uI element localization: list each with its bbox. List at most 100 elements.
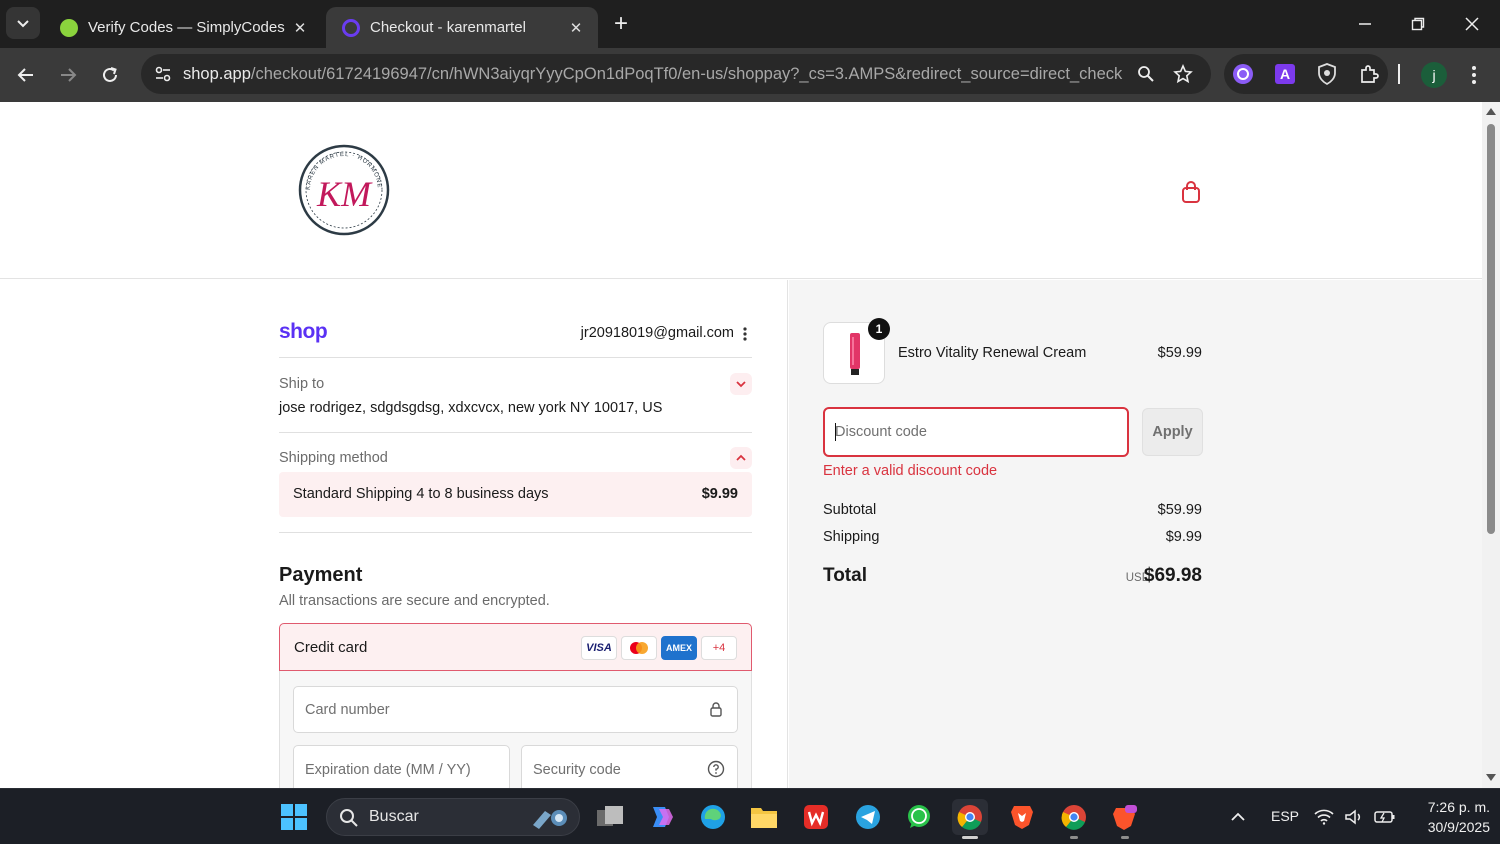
forward-button[interactable] bbox=[52, 59, 84, 91]
tune-icon bbox=[155, 66, 171, 82]
chrome-profile-icon[interactable] bbox=[1056, 799, 1092, 835]
minimize-button[interactable] bbox=[1345, 8, 1385, 40]
store-logo[interactable]: KAREN MARTEL · HORMONE SOLUTIONS KM bbox=[293, 136, 392, 240]
chevron-down-icon bbox=[736, 381, 746, 388]
ship-to-label: Ship to bbox=[279, 376, 325, 392]
page-scrollbar[interactable] bbox=[1482, 102, 1500, 788]
scrollbar-thumb[interactable] bbox=[1487, 124, 1495, 534]
extension-a-icon[interactable]: A bbox=[1274, 63, 1296, 85]
scroll-up-arrow[interactable] bbox=[1486, 108, 1496, 115]
shipping-option-name: Standard Shipping 4 to 8 business days bbox=[293, 486, 549, 502]
tab-simplycodes[interactable]: Verify Codes — SimplyCodes ✕ bbox=[44, 7, 322, 48]
scroll-down-arrow[interactable] bbox=[1486, 774, 1496, 781]
whatsapp-icon[interactable] bbox=[901, 799, 937, 835]
credit-card-option[interactable]: Credit card VISA AMEX +4 bbox=[279, 623, 752, 671]
tab-checkout[interactable]: Checkout - karenmartel ✕ bbox=[326, 7, 598, 48]
close-icon bbox=[1465, 17, 1479, 31]
total-value: $69.98 bbox=[1143, 565, 1202, 586]
shipping-option[interactable]: Standard Shipping 4 to 8 business days $… bbox=[279, 472, 752, 517]
shield-icon[interactable] bbox=[1316, 63, 1338, 85]
extension-purple-icon[interactable] bbox=[1232, 63, 1254, 85]
discount-code-field[interactable] bbox=[823, 407, 1129, 457]
browser-toolbar: shop.app/checkout/61724196947/cn/hWN3aiy… bbox=[0, 48, 1500, 102]
close-window-button[interactable] bbox=[1452, 8, 1492, 40]
active-app-indicator bbox=[962, 836, 978, 839]
shipping-method-toggle[interactable] bbox=[730, 447, 752, 469]
kebab-icon bbox=[1472, 66, 1476, 84]
back-button[interactable] bbox=[10, 59, 42, 91]
discount-code-input[interactable] bbox=[835, 421, 1115, 443]
cart-button[interactable] bbox=[1180, 180, 1202, 204]
url-path: /checkout/61724196947/cn/hWN3aiyqrYyyCpO… bbox=[250, 64, 1123, 83]
ship-to-toggle[interactable] bbox=[730, 373, 752, 395]
chrome-icon[interactable] bbox=[952, 799, 988, 835]
page-viewport: KAREN MARTEL · HORMONE SOLUTIONS KM shop… bbox=[0, 102, 1482, 788]
wifi-icon bbox=[1314, 809, 1334, 825]
zoom-button[interactable] bbox=[1134, 62, 1158, 86]
card-number-field[interactable]: Card number bbox=[293, 686, 738, 733]
account-email: jr20918019@gmail.com bbox=[580, 325, 734, 341]
address-bar[interactable]: shop.app/checkout/61724196947/cn/hWN3aiy… bbox=[141, 54, 1211, 94]
subtotal-label: Subtotal bbox=[823, 502, 877, 518]
telegram-icon[interactable] bbox=[850, 799, 886, 835]
site-info-button[interactable] bbox=[143, 54, 183, 94]
profile-avatar[interactable]: j bbox=[1421, 62, 1447, 88]
windows-icon bbox=[281, 804, 307, 830]
chevron-up-icon bbox=[1231, 812, 1245, 821]
task-view-icon[interactable] bbox=[592, 799, 628, 835]
security-code-field[interactable]: Security code bbox=[521, 745, 738, 788]
quick-settings-button[interactable] bbox=[1310, 799, 1400, 835]
close-tab-icon[interactable]: ✕ bbox=[290, 18, 310, 38]
shipping-option-price: $9.99 bbox=[701, 486, 738, 502]
browser-menu-button[interactable] bbox=[1464, 62, 1484, 88]
show-hidden-icons-button[interactable] bbox=[1220, 799, 1256, 835]
running-indicator bbox=[1070, 836, 1078, 839]
reload-button[interactable] bbox=[94, 59, 126, 91]
copilot-icon[interactable] bbox=[643, 799, 679, 835]
expiration-date-field[interactable]: Expiration date (MM / YY) bbox=[293, 745, 510, 788]
payment-title: Payment bbox=[279, 564, 363, 586]
browser-tabstrip: Verify Codes — SimplyCodes ✕ Checkout - … bbox=[0, 0, 1500, 48]
kebab-icon bbox=[743, 327, 747, 341]
apply-discount-button[interactable]: Apply bbox=[1142, 408, 1203, 456]
svg-text:A: A bbox=[1280, 66, 1290, 82]
shipping-value: $9.99 bbox=[1165, 529, 1202, 545]
quantity-badge: 1 bbox=[868, 318, 890, 340]
file-explorer-icon[interactable] bbox=[746, 799, 782, 835]
tab-search-button[interactable] bbox=[6, 7, 40, 39]
clock-date[interactable]: 30/9/2025 bbox=[1412, 819, 1490, 835]
puzzle-icon[interactable] bbox=[1358, 63, 1380, 85]
product-price: $59.99 bbox=[1157, 345, 1202, 361]
windows-taskbar: Buscar ESP 7:26 p. m. 30/9/2025 bbox=[0, 788, 1500, 844]
brave-icon[interactable] bbox=[1004, 799, 1040, 835]
new-tab-button[interactable]: + bbox=[608, 12, 634, 38]
card-number-placeholder: Card number bbox=[305, 702, 390, 718]
clock-time[interactable]: 7:26 p. m. bbox=[1412, 799, 1490, 815]
account-menu-button[interactable] bbox=[738, 326, 752, 342]
text-caret bbox=[835, 423, 836, 441]
shipping-address: jose rodrigez, sdgdsgdsg, xdxcvcx, new y… bbox=[279, 400, 663, 416]
restore-button[interactable] bbox=[1398, 8, 1438, 40]
close-tab-icon[interactable]: ✕ bbox=[566, 18, 586, 38]
start-button[interactable] bbox=[276, 799, 312, 835]
help-icon[interactable] bbox=[707, 760, 725, 778]
amex-icon: AMEX bbox=[661, 636, 697, 660]
taskbar-search[interactable]: Buscar bbox=[326, 798, 580, 836]
logo-letters: KM bbox=[316, 174, 373, 214]
brave-beta-icon[interactable] bbox=[1107, 799, 1143, 835]
edge-icon[interactable] bbox=[695, 799, 731, 835]
visa-icon: VISA bbox=[581, 636, 617, 660]
input-language[interactable]: ESP bbox=[1271, 808, 1299, 824]
url-domain: shop.app bbox=[183, 64, 251, 83]
more-brands-badge: +4 bbox=[701, 636, 737, 660]
url-text: shop.app/checkout/61724196947/cn/hWN3aiy… bbox=[183, 65, 1123, 84]
volume-icon bbox=[1345, 809, 1361, 825]
shipping-method-label: Shipping method bbox=[279, 450, 388, 466]
restore-icon bbox=[1411, 17, 1425, 31]
wps-office-icon[interactable] bbox=[798, 799, 834, 835]
tab-title: Checkout - karenmartel bbox=[370, 19, 526, 36]
mastercard-icon bbox=[621, 636, 657, 660]
bookmark-button[interactable] bbox=[1171, 62, 1195, 86]
order-summary: 1 Estro Vitality Renewal Cream $59.99 Ap… bbox=[789, 280, 1482, 788]
toolbar-separator bbox=[1398, 64, 1400, 84]
